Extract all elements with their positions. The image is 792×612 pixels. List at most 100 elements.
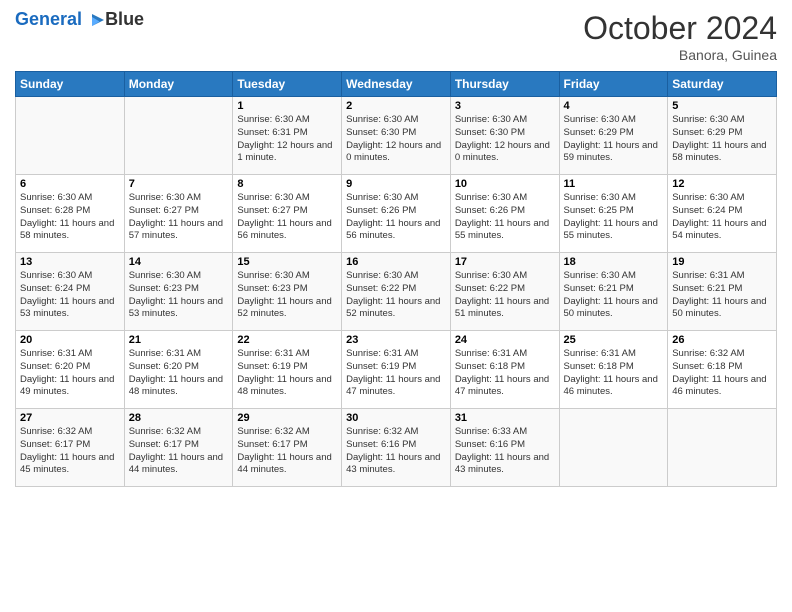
day-number: 18 xyxy=(564,256,664,268)
day-content: Sunrise: 6:31 AM Sunset: 6:20 PM Dayligh… xyxy=(20,348,120,399)
calendar-cell: 26Sunrise: 6:32 AM Sunset: 6:18 PM Dayli… xyxy=(668,331,777,409)
calendar-cell: 7Sunrise: 6:30 AM Sunset: 6:27 PM Daylig… xyxy=(124,175,233,253)
day-header-thursday: Thursday xyxy=(450,72,559,97)
day-content: Sunrise: 6:30 AM Sunset: 6:27 PM Dayligh… xyxy=(237,192,337,243)
day-number: 9 xyxy=(346,178,446,190)
day-number: 15 xyxy=(237,256,337,268)
calendar-cell: 21 Sunrise: 6:31 AM Sunset: 6:20 PM Dayli… xyxy=(124,331,233,409)
day-content: Sunrise: 6:30 AM Sunset: 6:22 PM Dayligh… xyxy=(455,270,555,321)
day-content: Sunrise: 6:30 AM Sunset: 6:22 PM Dayligh… xyxy=(346,270,446,321)
day-header-tuesday: Tuesday xyxy=(233,72,342,97)
day-number: 8 xyxy=(237,178,337,190)
day-number: 21 xyxy=(129,334,229,346)
day-number: 24 xyxy=(455,334,555,346)
day-number: 12 xyxy=(672,178,772,190)
day-content: Sunrise: 6:32 AM Sunset: 6:17 PM Dayligh… xyxy=(129,426,229,477)
calendar-cell: 4 Sunrise: 6:30 AM Sunset: 6:29 PM Daylig… xyxy=(559,97,668,175)
day-number: 22 xyxy=(237,334,337,346)
day-content: Sunrise: 6:32 AM Sunset: 6:16 PM Dayligh… xyxy=(346,426,446,477)
calendar-cell: 19Sunrise: 6:31 AM Sunset: 6:21 PM Dayli… xyxy=(668,253,777,331)
day-number: 31 xyxy=(455,412,555,424)
calendar-cell: 9 Sunrise: 6:30 AM Sunset: 6:26 PM Daylig… xyxy=(342,175,451,253)
day-number: 30 xyxy=(346,412,446,424)
day-content: Sunrise: 6:32 AM Sunset: 6:17 PM Dayligh… xyxy=(237,426,337,477)
day-content: Sunrise: 6:31 AM Sunset: 6:19 PM Dayligh… xyxy=(237,348,337,399)
logo-text: General xyxy=(15,10,107,30)
day-header-saturday: Saturday xyxy=(668,72,777,97)
week-row-2: 13Sunrise: 6:30 AM Sunset: 6:24 PM Dayli… xyxy=(16,253,777,331)
day-content: Sunrise: 6:30 AM Sunset: 6:31 PM Dayligh… xyxy=(237,114,337,165)
day-content: Sunrise: 6:31 AM Sunset: 6:20 PM Dayligh… xyxy=(129,348,229,399)
day-number: 14 xyxy=(129,256,229,268)
calendar-cell: 6 Sunrise: 6:30 AM Sunset: 6:28 PM Daylig… xyxy=(16,175,125,253)
calendar-cell: 1 Sunrise: 6:30 AM Sunset: 6:31 PM Daylig… xyxy=(233,97,342,175)
day-content: Sunrise: 6:30 AM Sunset: 6:21 PM Dayligh… xyxy=(564,270,664,321)
calendar-cell: 29 Sunrise: 6:32 AM Sunset: 6:17 PM Dayli… xyxy=(233,409,342,487)
calendar-cell: 27Sunrise: 6:32 AM Sunset: 6:17 PM Dayli… xyxy=(16,409,125,487)
day-content: Sunrise: 6:32 AM Sunset: 6:17 PM Dayligh… xyxy=(20,426,120,477)
day-number: 29 xyxy=(237,412,337,424)
calendar-cell: 24 Sunrise: 6:31 AM Sunset: 6:18 PM Dayli… xyxy=(450,331,559,409)
day-number: 6 xyxy=(20,178,120,190)
day-content: Sunrise: 6:30 AM Sunset: 6:30 PM Dayligh… xyxy=(455,114,555,165)
calendar-cell: 15 Sunrise: 6:30 AM Sunset: 6:23 PM Dayli… xyxy=(233,253,342,331)
calendar-cell: 14 Sunrise: 6:30 AM Sunset: 6:23 PM Dayli… xyxy=(124,253,233,331)
page: General Blue October 2024 Banora, Guinea… xyxy=(0,0,792,612)
calendar-cell xyxy=(668,409,777,487)
calendar-cell: 8 Sunrise: 6:30 AM Sunset: 6:27 PM Daylig… xyxy=(233,175,342,253)
calendar-cell xyxy=(124,97,233,175)
calendar-cell: 25 Sunrise: 6:31 AM Sunset: 6:18 PM Dayli… xyxy=(559,331,668,409)
header-row: SundayMondayTuesdayWednesdayThursdayFrid… xyxy=(16,72,777,97)
day-content: Sunrise: 6:30 AM Sunset: 6:23 PM Dayligh… xyxy=(129,270,229,321)
day-number: 16 xyxy=(346,256,446,268)
day-content: Sunrise: 6:30 AM Sunset: 6:26 PM Dayligh… xyxy=(346,192,446,243)
week-row-3: 20 Sunrise: 6:31 AM Sunset: 6:20 PM Dayli… xyxy=(16,331,777,409)
day-header-sunday: Sunday xyxy=(16,72,125,97)
day-number: 20 xyxy=(20,334,120,346)
calendar-cell: 22 Sunrise: 6:31 AM Sunset: 6:19 PM Dayli… xyxy=(233,331,342,409)
day-content: Sunrise: 6:31 AM Sunset: 6:21 PM Dayligh… xyxy=(672,270,772,321)
header: General Blue October 2024 Banora, Guinea xyxy=(15,10,777,63)
day-number: 5 xyxy=(672,100,772,112)
calendar-cell: 23 Sunrise: 6:31 AM Sunset: 6:19 PM Dayli… xyxy=(342,331,451,409)
day-number: 26 xyxy=(672,334,772,346)
day-content: Sunrise: 6:30 AM Sunset: 6:30 PM Dayligh… xyxy=(346,114,446,165)
calendar-cell: 11Sunrise: 6:30 AM Sunset: 6:25 PM Dayli… xyxy=(559,175,668,253)
week-row-0: 1 Sunrise: 6:30 AM Sunset: 6:31 PM Daylig… xyxy=(16,97,777,175)
day-number: 2 xyxy=(346,100,446,112)
day-number: 23 xyxy=(346,334,446,346)
week-row-4: 27Sunrise: 6:32 AM Sunset: 6:17 PM Dayli… xyxy=(16,409,777,487)
day-content: Sunrise: 6:31 AM Sunset: 6:18 PM Dayligh… xyxy=(564,348,664,399)
logo-text2: Blue xyxy=(105,10,144,30)
logo: General Blue xyxy=(15,10,144,30)
calendar-cell: 18 Sunrise: 6:30 AM Sunset: 6:21 PM Dayli… xyxy=(559,253,668,331)
day-content: Sunrise: 6:30 AM Sunset: 6:28 PM Dayligh… xyxy=(20,192,120,243)
day-number: 17 xyxy=(455,256,555,268)
calendar-cell: 20 Sunrise: 6:31 AM Sunset: 6:20 PM Dayli… xyxy=(16,331,125,409)
day-content: Sunrise: 6:30 AM Sunset: 6:23 PM Dayligh… xyxy=(237,270,337,321)
day-number: 25 xyxy=(564,334,664,346)
day-header-wednesday: Wednesday xyxy=(342,72,451,97)
day-content: Sunrise: 6:30 AM Sunset: 6:29 PM Dayligh… xyxy=(564,114,664,165)
day-number: 3 xyxy=(455,100,555,112)
calendar-cell: 30 Sunrise: 6:32 AM Sunset: 6:16 PM Dayli… xyxy=(342,409,451,487)
day-header-friday: Friday xyxy=(559,72,668,97)
calendar-cell: 10Sunrise: 6:30 AM Sunset: 6:26 PM Dayli… xyxy=(450,175,559,253)
day-content: Sunrise: 6:30 AM Sunset: 6:29 PM Dayligh… xyxy=(672,114,772,165)
calendar-cell xyxy=(16,97,125,175)
day-number: 7 xyxy=(129,178,229,190)
day-content: Sunrise: 6:33 AM Sunset: 6:16 PM Dayligh… xyxy=(455,426,555,477)
day-number: 4 xyxy=(564,100,664,112)
title-section: October 2024 Banora, Guinea xyxy=(583,10,777,63)
day-number: 28 xyxy=(129,412,229,424)
calendar-cell: 17 Sunrise: 6:30 AM Sunset: 6:22 PM Dayli… xyxy=(450,253,559,331)
calendar-cell: 13Sunrise: 6:30 AM Sunset: 6:24 PM Dayli… xyxy=(16,253,125,331)
calendar-cell: 5 Sunrise: 6:30 AM Sunset: 6:29 PM Daylig… xyxy=(668,97,777,175)
week-row-1: 6 Sunrise: 6:30 AM Sunset: 6:28 PM Daylig… xyxy=(16,175,777,253)
day-header-monday: Monday xyxy=(124,72,233,97)
day-content: Sunrise: 6:31 AM Sunset: 6:18 PM Dayligh… xyxy=(455,348,555,399)
day-number: 1 xyxy=(237,100,337,112)
day-number: 11 xyxy=(564,178,664,190)
calendar-cell xyxy=(559,409,668,487)
day-content: Sunrise: 6:31 AM Sunset: 6:19 PM Dayligh… xyxy=(346,348,446,399)
